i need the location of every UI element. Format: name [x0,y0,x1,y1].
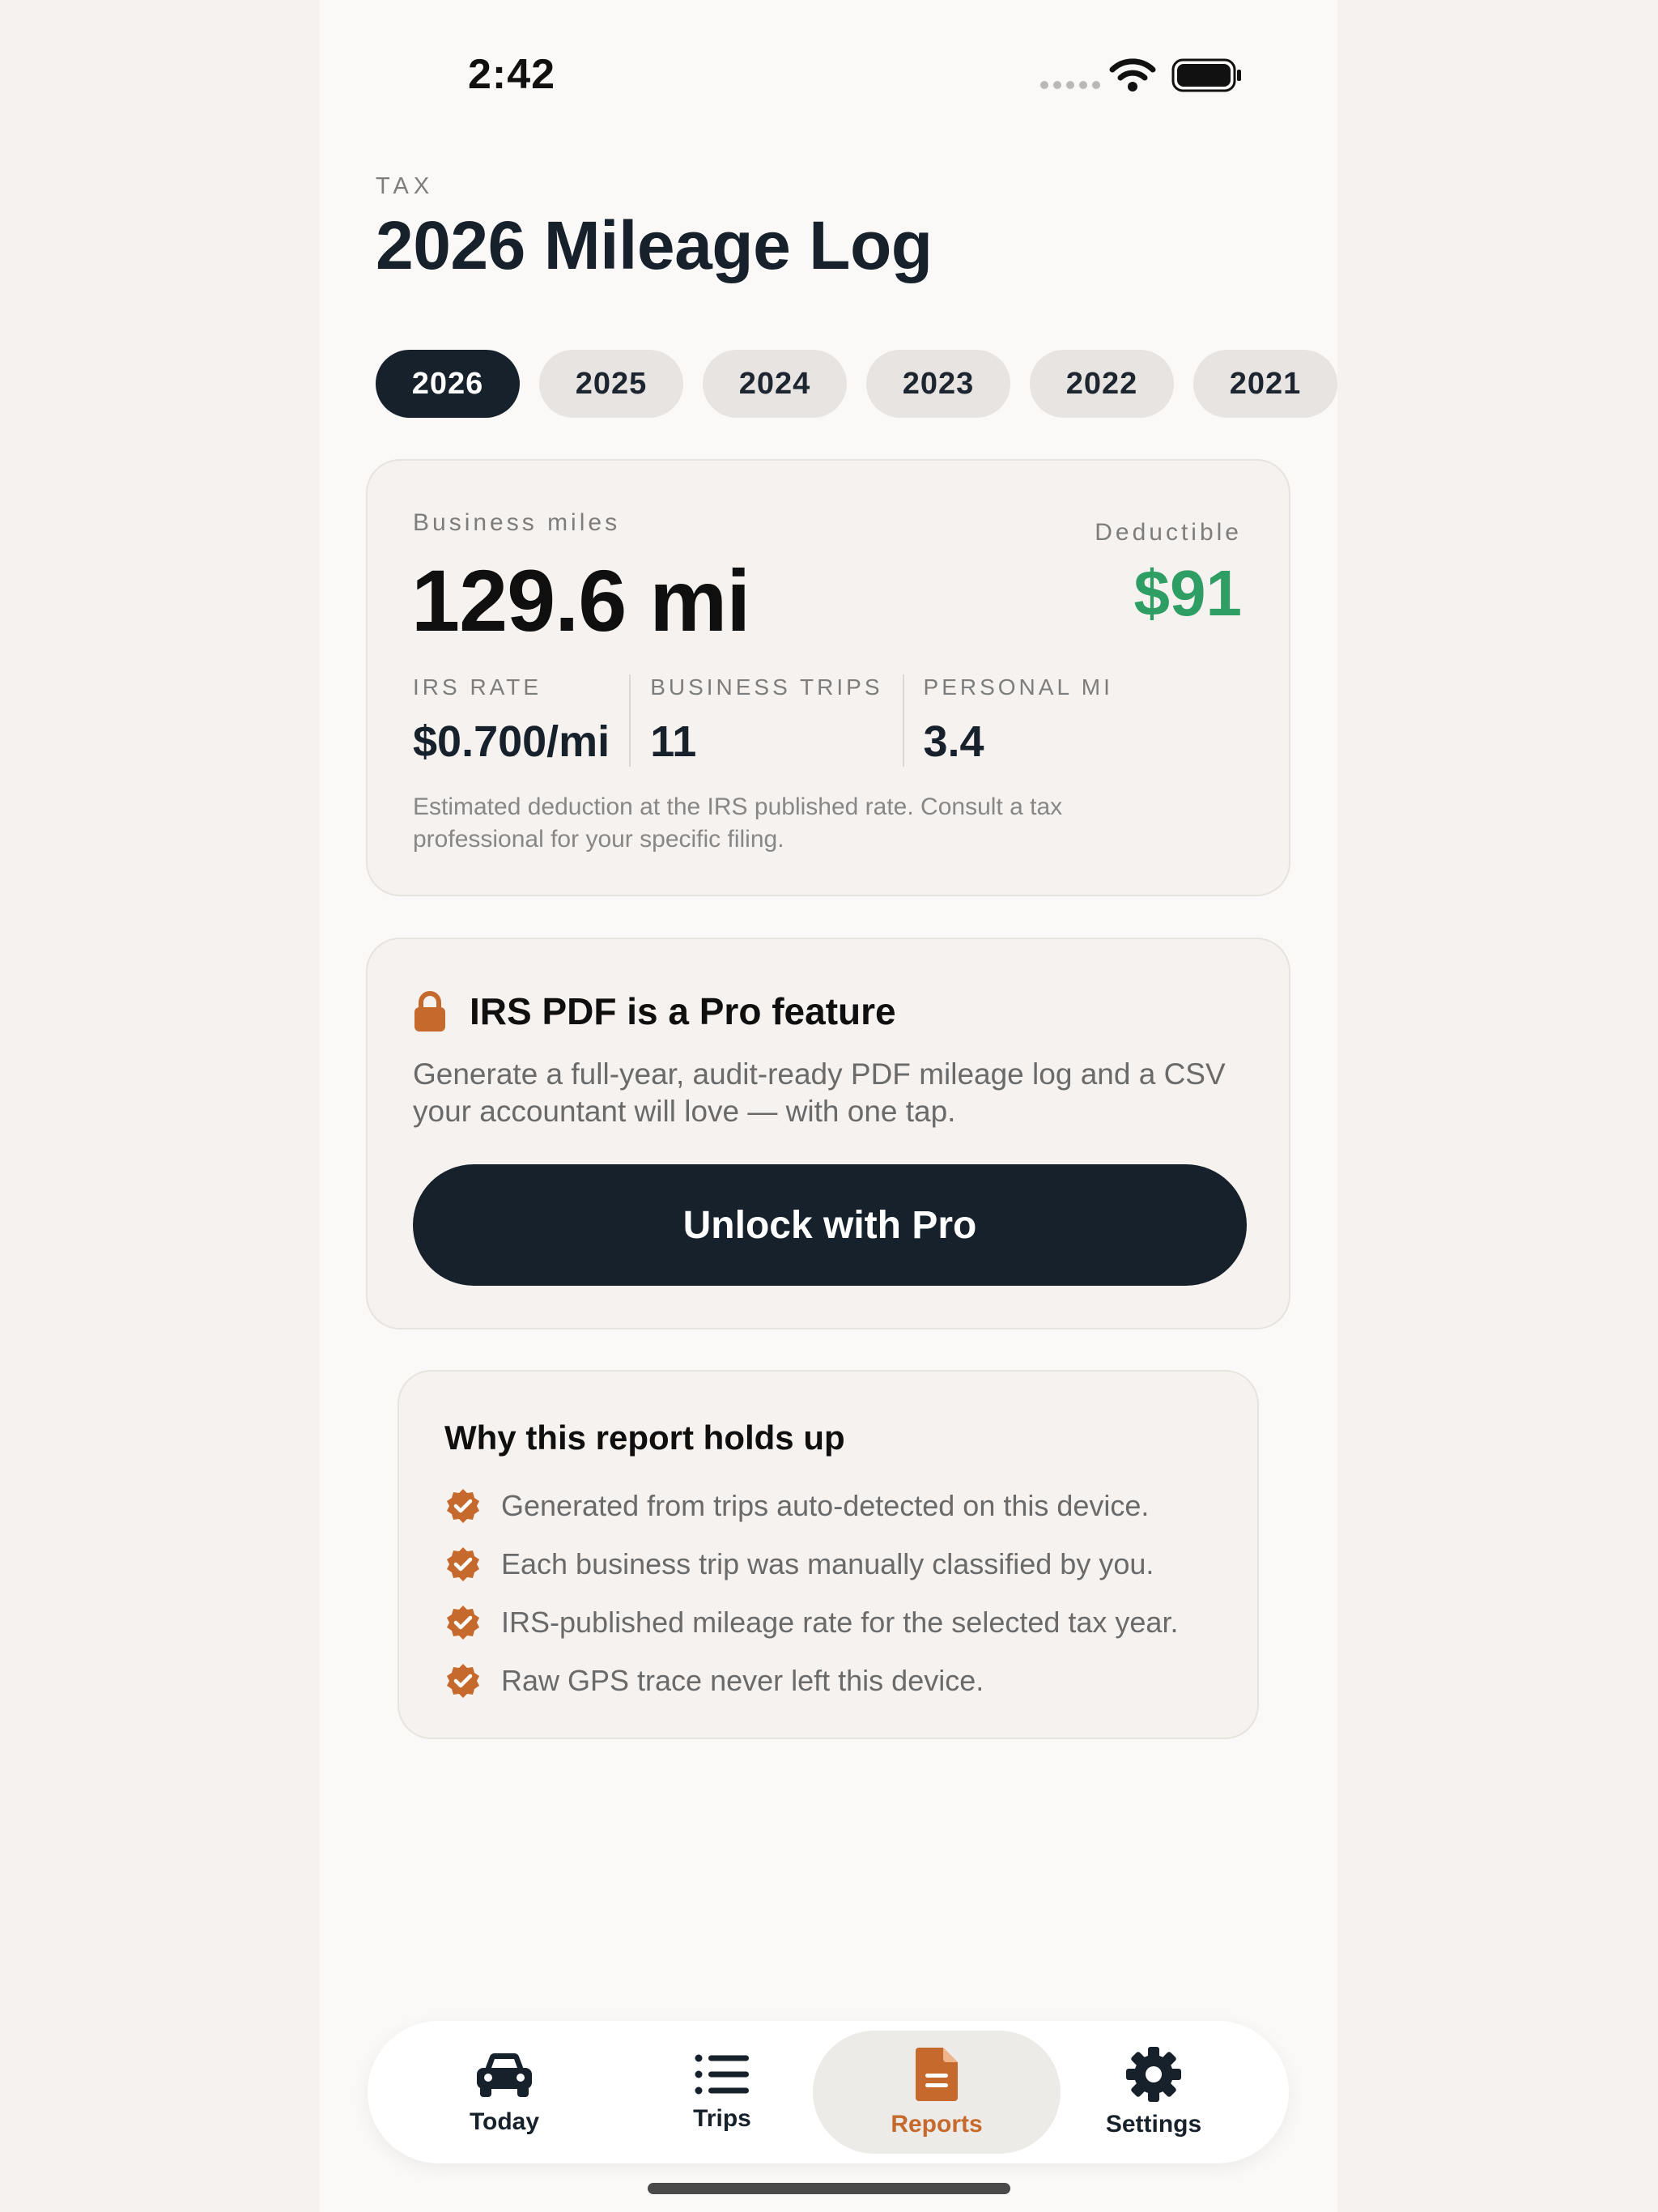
stat-value: 11 [650,717,697,766]
stat-business-trips: BUSINESS TRIPS 11 [629,674,902,767]
mileage-summary-card: Business miles 129.6 mi Deductible $91 I… [366,459,1290,896]
stat-personal-mi: PERSONAL MI 3.4 [902,674,1133,767]
unlock-pro-button[interactable]: Unlock with Pro [413,1164,1247,1286]
check-badge-icon [447,1547,479,1581]
stats-row: IRS RATE $0.700/mi BUSINESS TRIPS 11 PER… [413,674,1133,767]
stat-value: 3.4 [923,717,984,766]
tab-reports[interactable]: Reports [813,2031,1061,2154]
wifi-icon [1109,58,1156,91]
list-icon [695,2054,749,2095]
home-indicator [648,2183,1010,2194]
tab-bar: Today Trips Reports Settings [368,2021,1289,2163]
year-chip-2026[interactable]: 2026 [376,350,520,418]
why-item-text: Each business trip was manually classifi… [501,1547,1154,1580]
year-chip-2023[interactable]: 2023 [866,350,1010,418]
car-icon [477,2052,532,2097]
list-item: Generated from trips auto-detected on th… [444,1477,1178,1535]
list-item: Raw GPS trace never left this device. [444,1652,1178,1710]
tab-label: Trips [693,2105,751,2132]
signal-dots-icon [1040,81,1100,89]
why-list: Generated from trips auto-detected on th… [444,1477,1178,1710]
page-title: 2026 Mileage Log [376,207,933,283]
tab-label: Today [469,2108,540,2135]
tab-trips[interactable]: Trips [598,2031,846,2154]
why-title: Why this report holds up [444,1419,845,1457]
stat-label: BUSINESS TRIPS [650,674,883,700]
gear-icon [1126,2047,1181,2102]
business-miles-label: Business miles [413,509,621,536]
document-icon [916,2048,958,2101]
stat-label: PERSONAL MI [923,674,1113,700]
list-item: Each business trip was manually classifi… [444,1535,1178,1593]
tab-settings[interactable]: Settings [1030,2031,1278,2154]
list-item: IRS-published mileage rate for the selec… [444,1593,1178,1652]
pro-description: Generate a full-year, audit-ready PDF mi… [413,1057,1226,1128]
status-bar: 2:42 [320,0,1337,154]
why-report-card: Why this report holds up Generated from … [397,1370,1259,1739]
stat-label: IRS RATE [413,674,542,700]
check-badge-icon [447,1664,479,1698]
phone-screen: 2:42 TAX 2026 Mileage Log 2026 2025 2024… [320,0,1337,2212]
disclaimer-note: Estimated deduction at the IRS published… [413,793,1063,853]
year-chip-2021[interactable]: 2021 [1193,350,1337,418]
tab-label: Reports [891,2111,983,2138]
section-eyebrow: TAX [376,173,435,199]
battery-icon [1171,58,1241,92]
pro-title: IRS PDF is a Pro feature [470,990,896,1032]
why-item-text: Generated from trips auto-detected on th… [501,1489,1150,1522]
deductible-value: $91 [1133,557,1242,629]
stat-value: $0.700/mi [413,717,610,766]
stat-irs-rate: IRS RATE $0.700/mi [413,674,629,767]
deductible-label: Deductible [1095,519,1242,546]
why-item-text: IRS-published mileage rate for the selec… [501,1606,1179,1639]
lock-icon [414,991,445,1032]
check-badge-icon [447,1489,479,1523]
business-miles-value: 129.6 mi [411,551,750,649]
check-badge-icon [447,1606,479,1640]
pro-upsell-card: IRS PDF is a Pro feature Generate a full… [366,938,1290,1329]
year-selector: 2026 2025 2024 2023 2022 2021 [376,350,1337,418]
tab-label: Settings [1105,2111,1202,2138]
why-item-text: Raw GPS trace never left this device. [501,1664,984,1697]
year-chip-2022[interactable]: 2022 [1030,350,1174,418]
year-chip-2025[interactable]: 2025 [539,350,683,418]
status-time: 2:42 [468,51,556,98]
tab-today[interactable]: Today [380,2031,628,2154]
year-chip-2024[interactable]: 2024 [703,350,847,418]
